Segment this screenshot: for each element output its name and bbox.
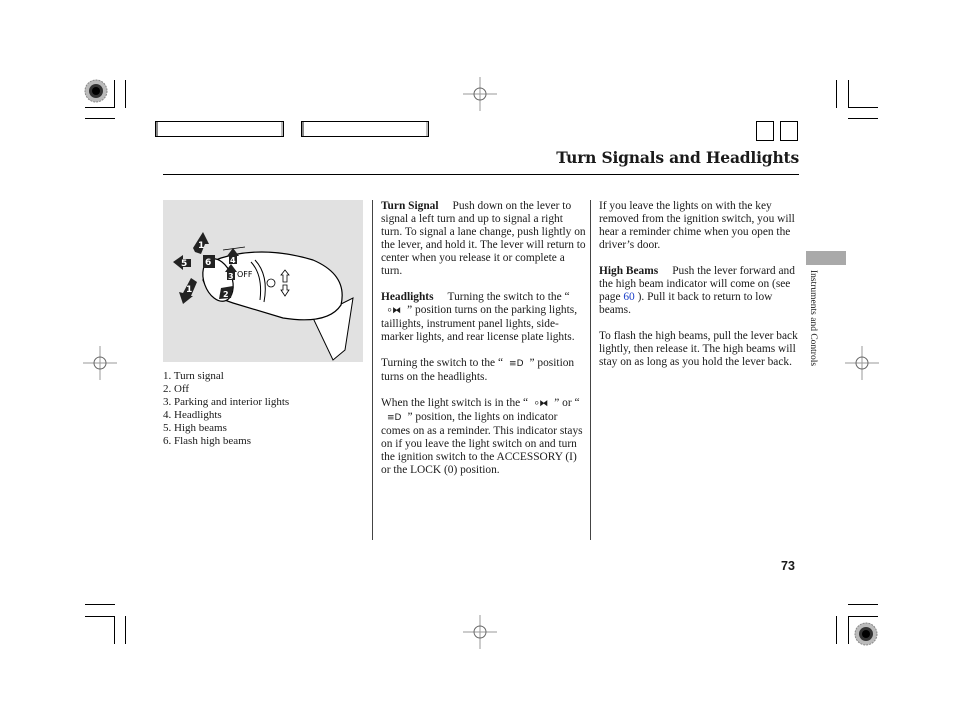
crop-mark	[848, 616, 878, 617]
column-middle: Turn Signal Push down on the lever to sig…	[381, 200, 586, 490]
svg-text:2: 2	[223, 290, 229, 299]
indicator-paragraph: When the light switch is in the “ ⸰⧓ ” or …	[381, 397, 586, 477]
title-divider	[163, 174, 799, 175]
registration-target-icon	[82, 77, 110, 105]
page-60-link[interactable]: 60	[623, 291, 634, 303]
crop-mark	[85, 616, 115, 617]
flash-paragraph: To flash the high beams, pull the lever …	[599, 330, 798, 368]
headlight-icon: ≡D	[387, 413, 402, 423]
headlights-on-text: Turning the switch to the “	[381, 357, 504, 369]
crop-mark	[848, 118, 878, 119]
high-beams-paragraph: High Beams Push the lever forward and the…	[599, 265, 799, 317]
svg-text:6: 6	[205, 258, 211, 268]
column-divider	[372, 200, 373, 540]
crosshair-icon	[463, 615, 497, 649]
svg-text:1: 1	[186, 285, 192, 295]
crop-mark	[125, 80, 126, 108]
column-right: If you leave the lights on with the key …	[599, 200, 799, 382]
callout-1-up-icon: 1	[193, 232, 209, 254]
section-tab[interactable]	[806, 251, 846, 265]
page-title: Turn Signals and Headlights	[556, 148, 799, 167]
parking-lights-icon: ⸰⧓	[387, 306, 402, 316]
crop-mark	[848, 604, 878, 605]
crop-mark	[848, 80, 849, 108]
crop-mark	[85, 604, 115, 605]
legend-item: 4. Headlights	[163, 409, 222, 421]
headlights-text: ” position turns on the parking lights, …	[381, 304, 578, 343]
svg-text:1: 1	[198, 241, 204, 251]
crosshair-icon	[83, 346, 117, 380]
nav-button-next[interactable]	[780, 121, 798, 141]
crop-mark	[848, 616, 849, 644]
callout-6-icon: 6	[203, 255, 215, 268]
parking-lights-icon: ⸰⧓	[534, 399, 549, 409]
crop-mark	[836, 616, 837, 644]
callout-1-down-icon: 1	[179, 278, 197, 304]
turn-signal-heading: Turn Signal	[381, 200, 439, 212]
lever-illustration: OFF 1 5 1 6 4 3 2	[163, 200, 363, 362]
crop-mark	[85, 107, 115, 108]
turn-signal-paragraph: Turn Signal Push down on the lever to sig…	[381, 200, 586, 278]
crosshair-icon	[845, 346, 879, 380]
crop-mark	[125, 616, 126, 644]
crop-mark	[836, 80, 837, 108]
crop-mark	[848, 107, 878, 108]
headlight-icon: ≡D	[509, 359, 524, 369]
svg-text:4: 4	[230, 256, 236, 265]
indicator-text: When the light switch is in the “	[381, 397, 529, 409]
column-divider	[590, 200, 591, 540]
svg-text:5: 5	[181, 259, 187, 269]
nav-button-previous[interactable]	[756, 121, 774, 141]
headlights-on-paragraph: Turning the switch to the “≡D” position …	[381, 357, 586, 384]
crop-mark	[85, 118, 115, 119]
crop-mark	[114, 616, 115, 644]
headlights-paragraph: Headlights Turning the switch to the “ ⸰⧓”…	[381, 291, 586, 344]
high-beams-heading: High Beams	[599, 265, 659, 277]
nav-button-contents[interactable]	[155, 121, 284, 137]
svg-text:3: 3	[228, 272, 234, 281]
reminder-paragraph: If you leave the lights on with the key …	[599, 200, 795, 251]
headlights-heading: Headlights	[381, 291, 434, 303]
crosshair-icon	[463, 77, 497, 111]
legend-item: 1. Turn signal	[163, 370, 224, 382]
page-number: 73	[781, 559, 795, 573]
indicator-text: ” or “	[554, 397, 580, 409]
headlights-text: Turning the switch to the “	[447, 291, 570, 303]
legend-item: 5. High beams	[163, 422, 227, 434]
nav-button-index[interactable]	[301, 121, 429, 137]
switch-off-label: OFF	[237, 270, 253, 279]
legend-item: 2. Off	[163, 383, 190, 395]
legend-item: 6. Flash high beams	[163, 435, 251, 447]
indicator-text: ” position, the lights on indicator come…	[381, 411, 583, 476]
registration-target-icon	[852, 620, 880, 648]
crop-mark	[114, 80, 115, 108]
legend-item: 3. Parking and interior lights	[163, 396, 290, 408]
figure-legend: 1. Turn signal 2. Off 3. Parking and int…	[163, 370, 289, 448]
section-label: Instruments and Controls	[808, 270, 818, 367]
callout-5-icon: 5	[173, 255, 191, 270]
